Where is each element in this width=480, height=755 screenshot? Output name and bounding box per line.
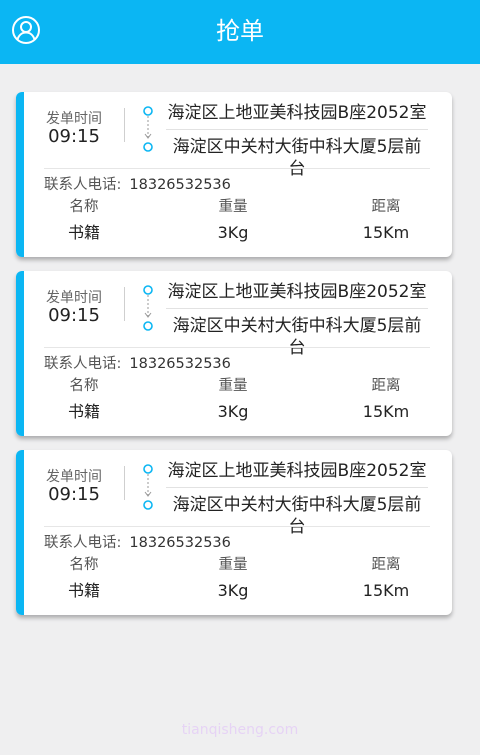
contact-phone[interactable]: 18326532536 xyxy=(129,177,230,193)
weight-value: 3Kg xyxy=(217,223,249,242)
contact-phone[interactable]: 18326532536 xyxy=(129,535,230,551)
weight-column: 重量 3Kg xyxy=(183,376,283,423)
order-card[interactable]: 发单时间 09:15 海淀区上地亚美科技园B座2052室 海淀区中关村大街中科大… xyxy=(16,450,452,615)
weight-label: 重量 xyxy=(218,557,248,573)
address-divider xyxy=(166,487,428,488)
send-time-label: 发单时间 xyxy=(46,290,102,306)
app-header: 抢单 xyxy=(0,0,480,64)
pickup-address: 海淀区上地亚美科技园B座2052室 xyxy=(167,282,427,302)
distance-value: 15Km xyxy=(362,223,410,242)
page-title: 抢单 xyxy=(216,17,264,45)
section-divider xyxy=(44,168,430,169)
weight-label: 重量 xyxy=(218,378,248,394)
card-accent-bar xyxy=(16,271,24,436)
send-time-label: 发单时间 xyxy=(46,111,102,127)
section-divider xyxy=(44,347,430,348)
item-name-label: 名称 xyxy=(69,378,99,394)
item-name-column: 名称 书籍 xyxy=(34,376,134,423)
section-divider xyxy=(44,526,430,527)
vertical-divider xyxy=(124,466,125,500)
distance-label: 距离 xyxy=(371,199,401,215)
contact-row: 联系人电话: 18326532536 xyxy=(44,173,231,194)
weight-value: 3Kg xyxy=(217,581,249,600)
distance-column: 距离 15Km xyxy=(336,555,436,602)
order-card[interactable]: 发单时间 09:15 海淀区上地亚美科技园B座2052室 海淀区中关村大街中科大… xyxy=(16,271,452,436)
send-time-value: 09:15 xyxy=(48,126,100,147)
item-name-value: 书籍 xyxy=(67,223,100,242)
card-accent-bar xyxy=(16,450,24,615)
contact-label: 联系人电话: xyxy=(44,177,122,193)
pickup-address: 海淀区上地亚美科技园B座2052室 xyxy=(167,461,427,481)
item-name-value: 书籍 xyxy=(67,402,100,421)
distance-value: 15Km xyxy=(362,581,410,600)
contact-row: 联系人电话: 18326532536 xyxy=(44,531,231,552)
distance-column: 距离 15Km xyxy=(336,376,436,423)
contact-phone[interactable]: 18326532536 xyxy=(129,356,230,372)
route-dots-icon xyxy=(143,464,153,510)
watermark: tianqisheng.com xyxy=(181,722,299,738)
address-divider xyxy=(166,129,428,130)
item-name-label: 名称 xyxy=(69,557,99,573)
route-dots-icon xyxy=(143,285,153,331)
order-card[interactable]: 发单时间 09:15 海淀区上地亚美科技园B座2052室 海淀区中关村大街中科大… xyxy=(16,92,452,257)
weight-column: 重量 3Kg xyxy=(183,555,283,602)
contact-row: 联系人电话: 18326532536 xyxy=(44,352,231,373)
send-time-value: 09:15 xyxy=(48,484,100,505)
distance-column: 距离 15Km xyxy=(336,197,436,244)
vertical-divider xyxy=(124,108,125,142)
weight-label: 重量 xyxy=(218,199,248,215)
item-name-value: 书籍 xyxy=(67,581,100,600)
send-time-label: 发单时间 xyxy=(46,469,102,485)
distance-label: 距离 xyxy=(371,378,401,394)
contact-label: 联系人电话: xyxy=(44,356,122,372)
send-time-value: 09:15 xyxy=(48,305,100,326)
contact-label: 联系人电话: xyxy=(44,535,122,551)
weight-column: 重量 3Kg xyxy=(183,197,283,244)
distance-label: 距离 xyxy=(371,557,401,573)
item-name-column: 名称 书籍 xyxy=(34,197,134,244)
pickup-address: 海淀区上地亚美科技园B座2052室 xyxy=(167,103,427,123)
card-accent-bar xyxy=(16,92,24,257)
item-name-label: 名称 xyxy=(69,199,99,215)
weight-value: 3Kg xyxy=(217,402,249,421)
item-name-column: 名称 书籍 xyxy=(34,555,134,602)
address-divider xyxy=(166,308,428,309)
vertical-divider xyxy=(124,287,125,321)
route-dots-icon xyxy=(143,106,153,152)
distance-value: 15Km xyxy=(362,402,410,421)
